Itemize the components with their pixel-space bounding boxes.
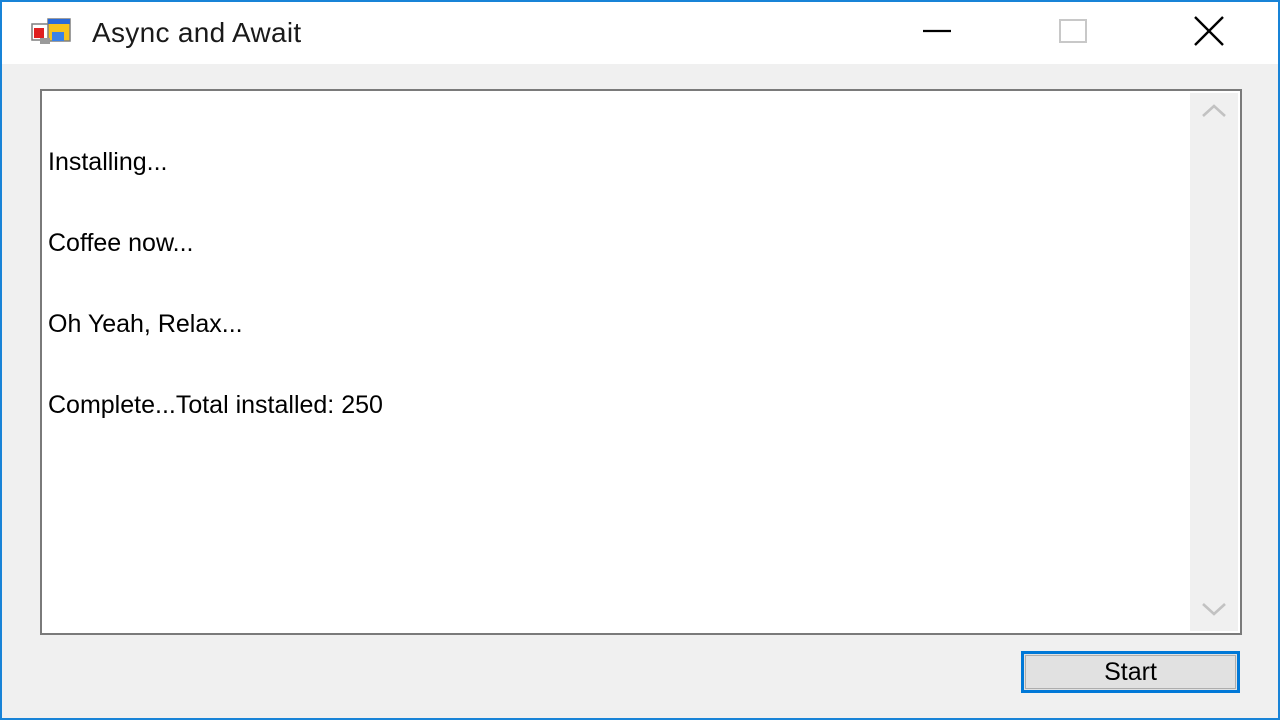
log-line: Installing... (48, 148, 168, 176)
start-button-label: Start (1104, 657, 1157, 686)
minimize-button[interactable] (868, 2, 1006, 64)
log-line: Oh Yeah, Relax... (48, 310, 243, 338)
maximize-icon (1057, 15, 1089, 52)
start-button[interactable]: Start (1021, 651, 1240, 693)
log-line: Coffee now... (48, 229, 194, 257)
window-title: Async and Await (92, 17, 302, 48)
app-icon (30, 18, 74, 48)
vertical-scrollbar[interactable] (1190, 93, 1238, 631)
log-line: Complete...Total installed: 250 (48, 391, 383, 419)
chevron-down-icon (1201, 601, 1227, 622)
close-icon (1192, 14, 1226, 53)
title-bar[interactable]: Async and Await (2, 2, 1278, 64)
close-button[interactable] (1140, 2, 1278, 64)
scroll-down-button[interactable] (1190, 591, 1238, 631)
chevron-up-icon (1201, 103, 1227, 124)
output-text[interactable]: Installing... Coffee now... Oh Yeah, Rel… (48, 95, 1186, 629)
output-textbox[interactable]: Installing... Coffee now... Oh Yeah, Rel… (40, 89, 1242, 635)
scroll-up-button[interactable] (1190, 93, 1238, 133)
maximize-button[interactable] (1004, 2, 1142, 64)
app-window: Async and Await Installing... Coffee now… (0, 0, 1280, 720)
minimize-icon (921, 15, 953, 52)
